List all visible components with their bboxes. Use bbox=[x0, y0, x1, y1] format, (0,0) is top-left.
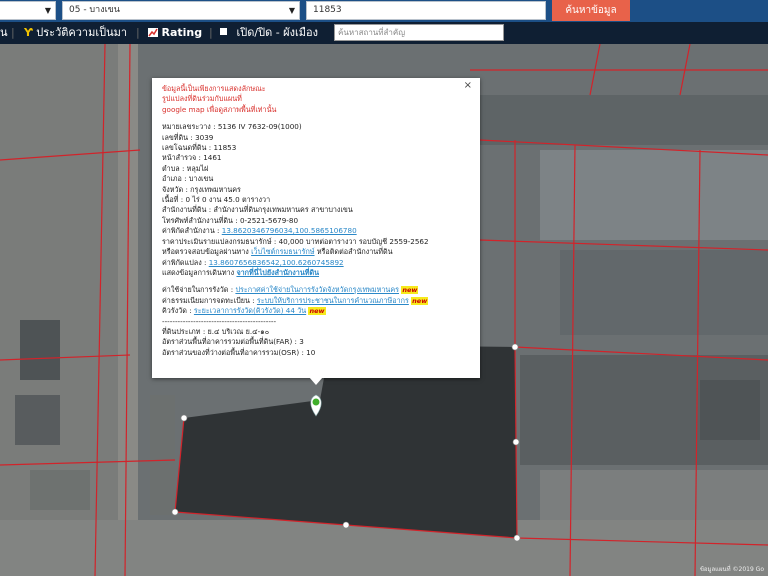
toolbar-divider: | bbox=[11, 26, 15, 39]
district-select-value: 05 - บางเขน bbox=[69, 5, 120, 15]
field-label: อัตราส่วนของที่ว่างต่อพื้นที่อาคารรวม(OS… bbox=[162, 347, 300, 357]
popup-divider: ----------------------------------------… bbox=[162, 316, 277, 326]
field-label: อัตราส่วนพื้นที่อาคารรวมต่อพื้นที่ดิน(FA… bbox=[162, 337, 293, 347]
field-row: โทรศัพท์สำนักงานที่ดิน : 0-2521-5679-80 bbox=[162, 215, 299, 225]
field-row: หน้าสำรวจ : 1461 bbox=[162, 153, 222, 163]
treasury-link[interactable]: เว็บไซต์กรมธนารักษ์ bbox=[251, 247, 314, 256]
field-value: กรุงเทพมหานคร bbox=[190, 184, 241, 194]
field-label: หน้าสำรวจ bbox=[162, 153, 197, 163]
field-label: ค่าธรรมเนียมการจดทะเบียน bbox=[162, 295, 250, 305]
field-label: หมายเลขระวาง bbox=[162, 122, 211, 132]
field-value: สำนักงานที่ดินกรุงเทพมหานคร สาขาบางเขน bbox=[213, 205, 353, 215]
office-coord-row: ค่าพิกัดสำนักงาน : 13.8620346796034,100.… bbox=[162, 226, 357, 236]
warning-line: รูปแปลงที่ดินร่วมกับแผนที่ bbox=[162, 94, 242, 104]
field-value: 11853 bbox=[213, 143, 237, 153]
field-row: ตำบล : หลุมไผ่ bbox=[162, 163, 209, 173]
field-value: 0-2521-5679-80 bbox=[239, 215, 299, 225]
search-button[interactable]: ค้นหาข้อมูล bbox=[552, 0, 630, 21]
route-link[interactable]: จากที่นี่ไปยังสำนักงานที่ดิน bbox=[236, 268, 319, 277]
field-label: เนื้อที่ bbox=[162, 195, 179, 205]
field-label: อำเภอ bbox=[162, 174, 182, 184]
field-row: หมายเลขระวาง : 5136 IV 7632-09(1000) bbox=[162, 122, 302, 132]
field-label: โทรศัพท์สำนักงานที่ดิน bbox=[162, 215, 233, 225]
link-row: ค่าธรรมเนียมการจดทะเบียน : ระบบให้บริการ… bbox=[162, 295, 429, 305]
zoning-row: ที่ดินประเภท : ย.๔ บริเวณ ย.๔-๑๐ bbox=[162, 326, 270, 336]
chevron-down-icon: ▼ bbox=[288, 6, 295, 15]
warning-line: google map เพื่อดูสภาพพื้นที่เท่านั้น bbox=[162, 104, 277, 114]
parcel-info-popup: × ข้อมูลนี้เป็นเพียงการแสดงลักษณะ รูปแปล… bbox=[152, 78, 480, 378]
field-value: 40,000 บาทต่อตารางวา รอบบัญชี 2559-2562 bbox=[278, 236, 429, 246]
field-value: 10 bbox=[306, 347, 316, 357]
place-search-input[interactable]: ค้นหาสถานที่สำคัญ bbox=[334, 24, 504, 41]
chevron-down-icon: ▼ bbox=[44, 6, 51, 15]
warning-line: ข้อมูลนี้เป็นเพียงการแสดงลักษณะ bbox=[162, 84, 266, 93]
field-label: แสดงข้อมูลการเดินทาง bbox=[162, 267, 235, 277]
check-row: หรือตรวจสอบข้อมูลผ่านทาง เว็บไซต์กรมธนาร… bbox=[162, 247, 470, 257]
new-badge: new bbox=[401, 286, 419, 295]
district-select[interactable]: 05 - บางเขน ▼ bbox=[62, 1, 300, 20]
parcel-coord-row: ค่าพิกัดแปลง : 13.8607656836542,100.6260… bbox=[162, 257, 344, 267]
province-select[interactable]: ▼ bbox=[0, 1, 56, 20]
field-value: ย.๔ บริเวณ ย.๔-๑๐ bbox=[207, 326, 270, 336]
history-label: ประวัติความเป็นมา bbox=[36, 26, 128, 39]
new-badge: new bbox=[411, 296, 429, 305]
field-row: สำนักงานที่ดิน : สำนักงานที่ดินกรุงเทพมห… bbox=[162, 205, 353, 215]
toolbar-divider: | bbox=[209, 26, 213, 39]
toggle-icon bbox=[220, 28, 227, 35]
map-copyright: ข้อมูลแผนที่ ©2019 Go bbox=[699, 566, 764, 573]
survey-fee-link[interactable]: ประกาศค่าใช้จ่ายในการรังวัดจังหวัดกรุงเท… bbox=[235, 285, 399, 294]
field-value: 0 ไร่ 0 งาน 45.0 ตารางวา bbox=[185, 195, 271, 205]
link-row: ค่าใช้จ่ายในการรังวัด : ประกาศค่าใช้จ่าย… bbox=[162, 285, 419, 295]
rating-label: Rating bbox=[161, 26, 203, 39]
parcel-number-value: 11853 bbox=[313, 5, 342, 15]
field-label: สำนักงานที่ดิน bbox=[162, 205, 207, 215]
field-label: เลขโฉนดที่ดิน bbox=[162, 143, 207, 153]
history-menu-item[interactable]: Ƴ ประวัติความเป็นมา bbox=[24, 22, 127, 44]
field-label: ค่าพิกัดสำนักงาน bbox=[162, 226, 215, 236]
popup-pointer bbox=[309, 377, 323, 385]
field-row: เลขโฉนดที่ดิน : 11853 bbox=[162, 143, 237, 153]
survey-queue-link[interactable]: ระยะเวลาการรังวัด(คิวรังวัด) 44 วัน bbox=[194, 306, 306, 315]
close-icon[interactable]: × bbox=[464, 80, 472, 91]
new-badge: new bbox=[308, 307, 326, 316]
rating-menu-item[interactable]: Rating bbox=[148, 22, 202, 44]
zoning-row: อัตราส่วนของที่ว่างต่อพื้นที่อาคารรวม(OS… bbox=[162, 347, 316, 357]
field-label: ค่าใช้จ่ายในการรังวัด bbox=[162, 285, 229, 295]
field-value: 3039 bbox=[195, 132, 214, 142]
field-label: ราคาประเมินรายแปลงกรมธนารักษ์ bbox=[162, 236, 272, 246]
field-value: 3 bbox=[299, 337, 304, 347]
parcel-coord-link[interactable]: 13.8607656836542,100.6260745892 bbox=[209, 258, 344, 267]
field-row: จังหวัด : กรุงเทพมหานคร bbox=[162, 184, 241, 194]
history-icon: Ƴ bbox=[24, 26, 33, 39]
route-row: แสดงข้อมูลการเดินทาง จากที่นี่ไปยังสำนัก… bbox=[162, 268, 470, 278]
field-value: หลุมไผ่ bbox=[186, 163, 209, 173]
parcel-number-input[interactable]: 11853 bbox=[306, 1, 546, 20]
office-coord-link[interactable]: 13.8620346796034,100.5865106780 bbox=[222, 226, 357, 235]
field-value: 1461 bbox=[203, 153, 222, 163]
check-prefix: หรือตรวจสอบข้อมูลผ่านทาง bbox=[162, 247, 249, 257]
field-row: อำเภอ : บางเขน bbox=[162, 174, 214, 184]
field-label: เลขที่ดิน bbox=[162, 132, 189, 142]
field-label: ตำบล bbox=[162, 163, 180, 173]
field-value: 5136 IV 7632-09(1000) bbox=[217, 122, 302, 132]
zoning-row: อัตราส่วนพื้นที่อาคารรวมต่อพื้นที่ดิน(FA… bbox=[162, 337, 304, 347]
field-row: เลขที่ดิน : 3039 bbox=[162, 132, 214, 142]
field-label: จังหวัด bbox=[162, 184, 184, 194]
field-row: เนื้อที่ : 0 ไร่ 0 งาน 45.0 ตารางวา bbox=[162, 195, 271, 205]
field-value: บางเขน bbox=[188, 174, 214, 184]
field-label: คิวรังวัด bbox=[162, 306, 187, 316]
toolbar-divider: | bbox=[136, 26, 140, 39]
check-suffix: หรือติดต่อสำนักงานที่ดิน bbox=[316, 247, 393, 257]
zoning-toggle[interactable]: เปิด/ปิด - ผังเมือง bbox=[220, 22, 318, 44]
field-label: ที่ดินประเภท bbox=[162, 326, 201, 336]
price-row: ราคาประเมินรายแปลงกรมธนารักษ์ : 40,000 บ… bbox=[162, 236, 429, 246]
field-label: ค่าพิกัดแปลง bbox=[162, 257, 202, 267]
top-search-bar: ▼ 05 - บางเขน ▼ 11853 ค้นหาข้อมูล bbox=[0, 0, 768, 22]
toolbar-cut-label[interactable]: น bbox=[0, 22, 8, 44]
zoning-toggle-label: เปิด/ปิด - ผังเมือง bbox=[236, 26, 319, 39]
chart-icon bbox=[148, 28, 158, 37]
link-row: คิวรังวัด : ระยะเวลาการรังวัด(คิวรังวัด)… bbox=[162, 306, 326, 316]
tax-calc-link[interactable]: ระบบให้บริการประชาชนในการคำนวณภาษีอากร bbox=[257, 296, 409, 305]
